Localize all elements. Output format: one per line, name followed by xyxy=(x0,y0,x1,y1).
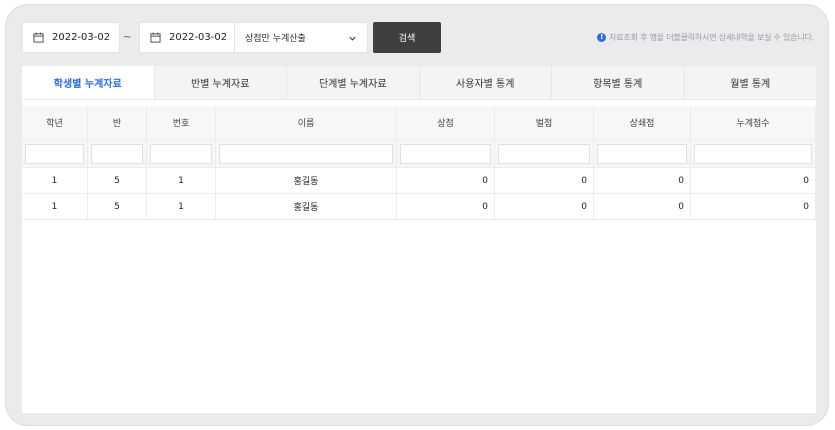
cell-merit: 0 xyxy=(397,168,495,193)
toolbar: 2022-03-02 ~ 2022-03-02 상점만 누계산출 검색 ! 자료… xyxy=(22,22,814,54)
filter-cell xyxy=(22,140,88,167)
column-header-number[interactable]: 번호 xyxy=(147,106,216,139)
info-icon: ! xyxy=(597,33,607,42)
filter-cell xyxy=(216,140,397,167)
table-row[interactable]: 1 5 1 홍길동 0 0 0 0 xyxy=(22,194,816,220)
calendar-icon xyxy=(150,32,161,43)
tab-bar: 학생별 누계자료 반별 누계자료 단계별 누계자료 사용자별 통계 항목별 통계… xyxy=(22,66,816,100)
cell-demerit: 0 xyxy=(495,168,594,193)
filter-cell xyxy=(88,140,147,167)
column-header-offset[interactable]: 상쇄점 xyxy=(594,106,691,139)
filter-cell xyxy=(691,140,816,167)
filter-name-input[interactable] xyxy=(219,143,393,164)
filter-cell xyxy=(594,140,691,167)
column-header-grade[interactable]: 학년 xyxy=(22,106,88,139)
filter-total-input[interactable] xyxy=(694,143,812,164)
start-date-field[interactable]: 2022-03-02 xyxy=(22,22,120,53)
filter-class-input[interactable] xyxy=(91,143,143,164)
cell-name: 홍길동 xyxy=(216,168,397,193)
mode-select-value: 상점만 누계산출 xyxy=(245,34,306,44)
grid-header: 학년 반 번호 이름 상점 벌점 상쇄점 누계점수 xyxy=(22,106,816,140)
cell-grade: 1 xyxy=(22,194,88,219)
cell-merit: 0 xyxy=(397,194,495,219)
filter-grade-input[interactable] xyxy=(25,143,84,164)
calendar-icon xyxy=(33,32,44,43)
cell-demerit: 0 xyxy=(495,194,594,219)
date-range-separator: ~ xyxy=(123,32,132,43)
tab-item-stats[interactable]: 항목별 통계 xyxy=(552,66,685,99)
filter-cell xyxy=(147,140,216,167)
cell-number: 1 xyxy=(147,168,216,193)
tab-user-stats[interactable]: 사용자별 통계 xyxy=(420,66,552,99)
filter-offset-input[interactable] xyxy=(597,143,687,164)
content-panel: 학생별 누계자료 반별 누계자료 단계별 누계자료 사용자별 통계 항목별 통계… xyxy=(22,66,816,413)
cell-total: 0 xyxy=(691,168,816,193)
tab-stage-totals[interactable]: 단계별 누계자료 xyxy=(287,66,420,99)
mode-select[interactable]: 상점만 누계산출 xyxy=(234,22,368,53)
cell-offset: 0 xyxy=(594,168,691,193)
column-header-total[interactable]: 누계점수 xyxy=(691,106,816,139)
cell-name: 홍길동 xyxy=(216,194,397,219)
end-date-value: 2022-03-02 xyxy=(169,32,228,43)
filter-row xyxy=(22,140,816,168)
column-header-merit[interactable]: 상점 xyxy=(397,106,495,139)
cell-offset: 0 xyxy=(594,194,691,219)
column-header-demerit[interactable]: 벌점 xyxy=(495,106,594,139)
notice-message: 자료조회 후 행을 더블클릭하시면 상세내역을 보실 수 있습니다. xyxy=(609,33,814,42)
filter-number-input[interactable] xyxy=(150,143,212,164)
app-frame: 2022-03-02 ~ 2022-03-02 상점만 누계산출 검색 ! 자료… xyxy=(6,5,828,425)
search-button[interactable]: 검색 xyxy=(373,22,441,53)
cell-grade: 1 xyxy=(22,168,88,193)
tab-monthly-stats[interactable]: 월별 통계 xyxy=(685,66,817,99)
end-date-field[interactable]: 2022-03-02 xyxy=(139,22,237,53)
data-grid: 학년 반 번호 이름 상점 벌점 상쇄점 누계점수 1 5 1 홍길동 0 0 … xyxy=(22,106,816,220)
chevron-down-icon xyxy=(349,36,356,41)
start-date-value: 2022-03-02 xyxy=(52,32,111,43)
filter-merit-input[interactable] xyxy=(400,143,491,164)
tab-class-totals[interactable]: 반별 누계자료 xyxy=(155,66,287,99)
filter-cell xyxy=(495,140,594,167)
cell-total: 0 xyxy=(691,194,816,219)
cell-class: 5 xyxy=(88,168,147,193)
notice-text: ! 자료조회 후 행을 더블클릭하시면 상세내역을 보실 수 있습니다. xyxy=(597,32,814,43)
tab-student-totals[interactable]: 학생별 누계자료 xyxy=(22,66,155,99)
column-header-name[interactable]: 이름 xyxy=(216,106,397,139)
column-header-class[interactable]: 반 xyxy=(88,106,147,139)
cell-class: 5 xyxy=(88,194,147,219)
cell-number: 1 xyxy=(147,194,216,219)
table-row[interactable]: 1 5 1 홍길동 0 0 0 0 xyxy=(22,168,816,194)
filter-demerit-input[interactable] xyxy=(498,143,590,164)
filter-cell xyxy=(397,140,495,167)
